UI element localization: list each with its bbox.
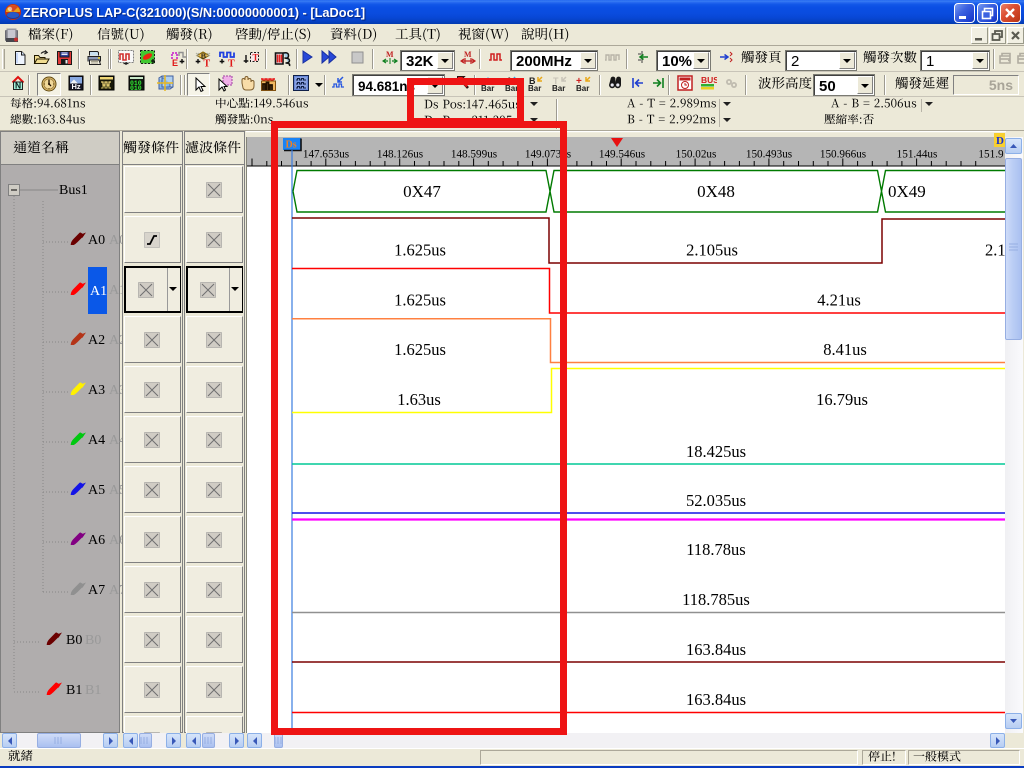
svg-text:E: E — [172, 58, 178, 67]
svg-text:D: D — [996, 135, 1004, 147]
svg-text:151.9: 151.9 — [978, 149, 1004, 161]
svg-text:0X49: 0X49 — [888, 182, 926, 201]
svg-text:M: M — [464, 50, 472, 59]
svg-text:0X48: 0X48 — [697, 182, 735, 201]
svg-text:Bar: Bar — [528, 84, 541, 93]
svg-text:Bar: Bar — [552, 84, 565, 93]
svg-text:149.546us: 149.546us — [599, 149, 645, 161]
svg-text:010: 010 — [130, 85, 142, 92]
svg-text:150.02us: 150.02us — [676, 149, 717, 161]
svg-text:163.84us: 163.84us — [686, 690, 746, 709]
svg-text:Hz: Hz — [72, 82, 81, 91]
svg-text:T: T — [228, 59, 235, 68]
svg-text:4.21us: 4.21us — [817, 291, 861, 310]
svg-text:Bar: Bar — [576, 84, 589, 93]
svg-text:163.84us: 163.84us — [686, 640, 746, 659]
svg-text:52.035us: 52.035us — [686, 491, 746, 510]
svg-text:2.1: 2.1 — [985, 241, 1006, 260]
svg-text:150.966us: 150.966us — [820, 149, 866, 161]
svg-text:M: M — [386, 50, 394, 59]
svg-text:150.493us: 150.493us — [746, 149, 792, 161]
svg-text:T: T — [204, 59, 211, 68]
svg-text:8.41us: 8.41us — [823, 340, 867, 359]
svg-text:16.79us: 16.79us — [816, 390, 868, 409]
svg-text:118.785us: 118.785us — [682, 590, 750, 609]
svg-text:BUS: BUS — [701, 75, 717, 85]
svg-text:T: T — [253, 53, 259, 63]
svg-text:118.78us: 118.78us — [686, 540, 745, 559]
svg-text:18.425us: 18.425us — [686, 442, 746, 461]
svg-text:151.44us: 151.44us — [897, 149, 938, 161]
svg-text:2.105us: 2.105us — [686, 241, 738, 260]
svg-text:N: N — [15, 81, 21, 91]
